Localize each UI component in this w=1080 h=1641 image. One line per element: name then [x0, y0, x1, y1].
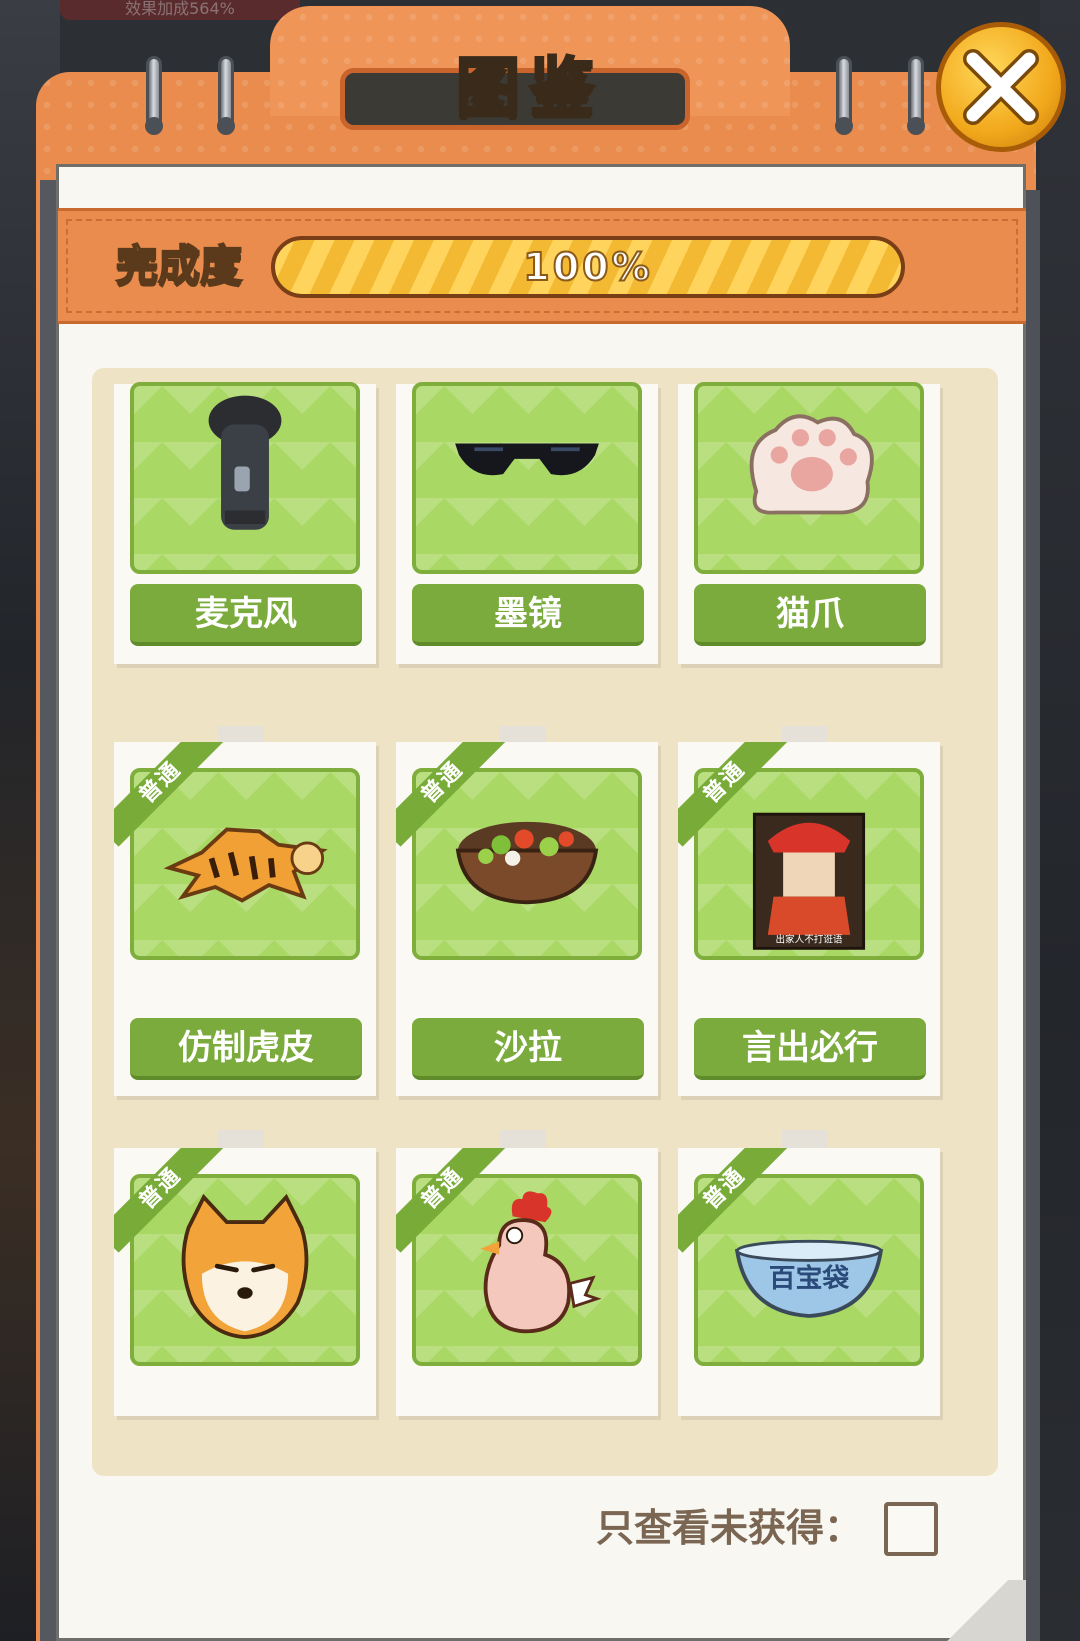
close-button[interactable] — [936, 22, 1066, 152]
item-name-button[interactable]: 墨镜 — [412, 584, 644, 646]
item-frame — [412, 382, 642, 574]
item-name-button[interactable]: 麦克风 — [130, 584, 362, 646]
item-frame — [694, 382, 924, 574]
filter-label: 只查看未获得： — [596, 1506, 863, 1550]
collection-card[interactable]: 猫爪 — [678, 382, 940, 664]
item-name-button[interactable]: 猫爪 — [694, 584, 926, 646]
rarity-badge: 普通 — [114, 1148, 224, 1258]
collection-card[interactable]: 普通 — [114, 1148, 376, 1416]
rarity-badge: 普通 — [396, 1148, 506, 1258]
unobtained-filter-checkbox[interactable] — [884, 1502, 938, 1556]
item-name-button[interactable]: 言出必行 — [694, 1018, 926, 1080]
background-right — [1040, 0, 1080, 1641]
binder-ring — [145, 56, 163, 135]
collection-card[interactable]: 墨镜 — [396, 382, 658, 664]
collection-card[interactable]: 百宝袋 普通 — [678, 1148, 940, 1416]
collection-card[interactable]: 普通 沙拉 — [396, 742, 658, 1096]
rarity-badge: 普通 — [678, 1148, 788, 1258]
item-name-button[interactable]: 仿制虎皮 — [130, 1018, 362, 1080]
rarity-badge: 普通 — [114, 742, 224, 852]
collection-card[interactable]: 出家人不打诳语 普通 言出必行 — [678, 742, 940, 1096]
progress-value: 100% — [522, 244, 653, 290]
collection-card[interactable]: 普通 — [396, 1148, 658, 1416]
binder-ring — [217, 56, 235, 135]
close-icon — [963, 49, 1039, 125]
bowl-label: 百宝袋 — [769, 1262, 850, 1294]
progress-bar: 100% — [271, 236, 905, 298]
item-name-button[interactable]: 沙拉 — [412, 1018, 644, 1080]
collection-card[interactable]: 麦克风 — [114, 382, 376, 664]
binder-ring — [907, 56, 925, 135]
item-frame — [130, 382, 360, 574]
collection-card[interactable]: 普通 仿制虎皮 — [114, 742, 376, 1096]
microphone-icon — [208, 395, 282, 530]
progress-label: 完成度 — [115, 240, 243, 291]
sunglasses-icon — [455, 443, 599, 476]
page-title: 图鉴 — [455, 51, 604, 128]
rarity-badge: 普通 — [678, 742, 788, 852]
rarity-badge: 普通 — [396, 742, 506, 852]
binder-ring — [835, 56, 853, 135]
background-banner: 效果加成564% — [60, 0, 300, 20]
poster-caption: 出家人不打诳语 — [775, 934, 842, 946]
page-curl — [930, 1580, 1026, 1641]
cat-paw-icon — [749, 414, 874, 515]
